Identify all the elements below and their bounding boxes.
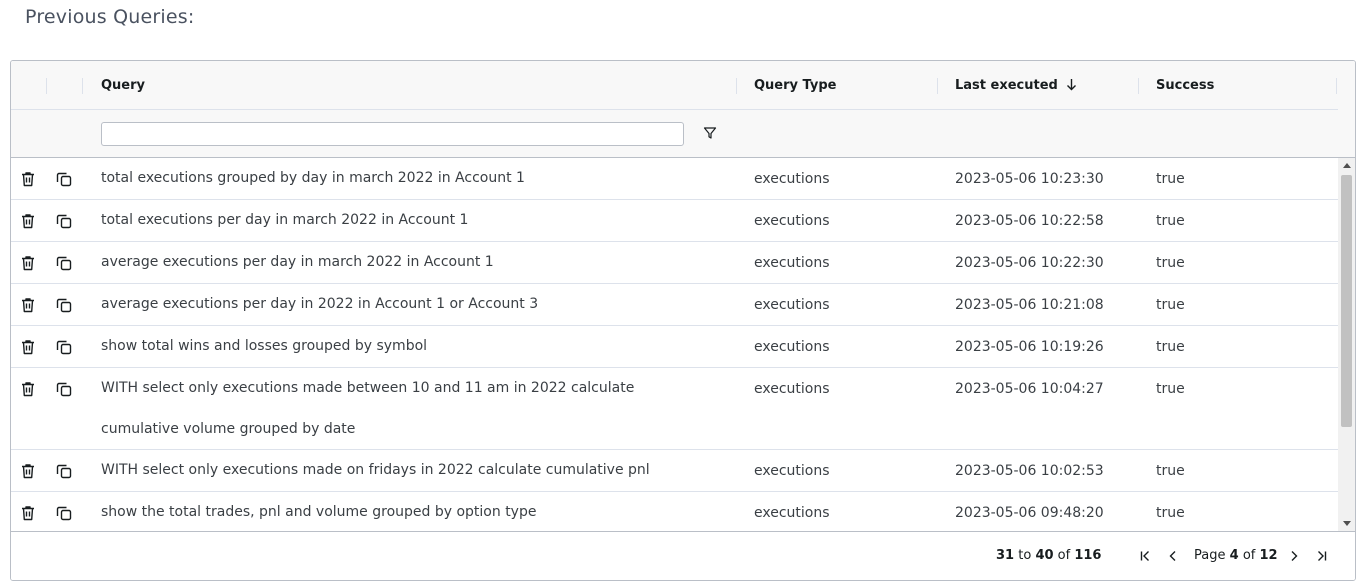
grid-header: Query Query Type Last executed Success (11, 61, 1355, 158)
column-separator[interactable] (82, 78, 83, 94)
row-range-start: 31 (996, 548, 1015, 563)
copy-icon[interactable] (55, 212, 73, 230)
column-separator[interactable] (937, 78, 938, 94)
page-title: Previous Queries: (25, 6, 195, 28)
copy-icon[interactable] (55, 254, 73, 272)
table-row[interactable]: WITH select only executions made on frid… (11, 450, 1338, 492)
cell-query-type: executions (754, 463, 830, 479)
cell-last-executed: 2023-05-06 10:04:27 (955, 381, 1104, 397)
cell-query-type: executions (754, 297, 830, 313)
cell-query: WITH select only executions made between… (101, 380, 635, 437)
column-header-query[interactable]: Query (101, 77, 145, 95)
cell-success: true (1156, 339, 1185, 355)
column-separator[interactable] (1336, 78, 1337, 94)
table-row[interactable]: show the total trades, pnl and volume gr… (11, 492, 1338, 531)
cell-last-executed: 2023-05-06 09:48:20 (955, 505, 1104, 521)
cell-query: show the total trades, pnl and volume gr… (101, 504, 537, 520)
cell-last-executed: 2023-05-06 10:19:26 (955, 339, 1104, 355)
trash-icon[interactable] (19, 504, 37, 522)
column-header-query-type[interactable]: Query Type (754, 77, 836, 95)
page-label: Page (1194, 548, 1226, 563)
cell-query: average executions per day in 2022 in Ac… (101, 296, 539, 312)
next-page-icon[interactable] (1286, 548, 1302, 564)
row-count-summary: 31 to 40 of 116 (996, 548, 1101, 563)
scroll-down-arrow[interactable] (1343, 521, 1351, 526)
cell-query: total executions grouped by day in march… (101, 170, 525, 186)
cell-query: WITH select only executions made on frid… (101, 462, 650, 478)
trash-icon[interactable] (19, 170, 37, 188)
grid-header-row: Query Query Type Last executed Success (11, 61, 1338, 110)
cell-last-executed: 2023-05-06 10:21:08 (955, 297, 1104, 313)
copy-icon[interactable] (55, 296, 73, 314)
column-separator[interactable] (46, 78, 47, 94)
cell-success: true (1156, 381, 1185, 397)
table-row[interactable]: WITH select only executions made between… (11, 368, 1338, 450)
table-row[interactable]: average executions per day in 2022 in Ac… (11, 284, 1338, 326)
trash-icon[interactable] (19, 212, 37, 230)
cell-query-type: executions (754, 505, 830, 521)
current-page: 4 (1229, 548, 1239, 563)
table-row[interactable]: total executions per day in march 2022 i… (11, 200, 1338, 242)
trash-icon[interactable] (19, 296, 37, 314)
copy-icon[interactable] (55, 338, 73, 356)
cell-success: true (1156, 171, 1185, 187)
row-total: 116 (1074, 548, 1102, 563)
cell-last-executed: 2023-05-06 10:22:58 (955, 213, 1104, 229)
filter-icon[interactable] (703, 126, 717, 140)
previous-queries-grid: Query Query Type Last executed Success t… (10, 60, 1356, 581)
copy-icon[interactable] (55, 462, 73, 480)
table-row[interactable]: total executions grouped by day in march… (11, 158, 1338, 200)
copy-icon[interactable] (55, 170, 73, 188)
vertical-scrollbar[interactable] (1338, 158, 1355, 531)
scroll-up-arrow[interactable] (1343, 163, 1351, 168)
cell-success: true (1156, 213, 1185, 229)
table-row[interactable]: average executions per day in march 2022… (11, 242, 1338, 284)
cell-query: total executions per day in march 2022 i… (101, 212, 469, 228)
cell-query-type: executions (754, 339, 830, 355)
column-separator[interactable] (736, 78, 737, 94)
cell-last-executed: 2023-05-06 10:02:53 (955, 463, 1104, 479)
column-header-success[interactable]: Success (1156, 77, 1214, 95)
cell-last-executed: 2023-05-06 10:22:30 (955, 255, 1104, 271)
cell-last-executed: 2023-05-06 10:23:30 (955, 171, 1104, 187)
page-indicator: Page 4 of 12 (1194, 548, 1278, 563)
last-page-icon[interactable] (1314, 548, 1330, 564)
cell-success: true (1156, 297, 1185, 313)
column-header-last-executed[interactable]: Last executed (955, 77, 1077, 95)
to-label: to (1018, 548, 1032, 563)
table-row[interactable]: show total wins and losses grouped by sy… (11, 326, 1338, 368)
cell-success: true (1156, 463, 1185, 479)
column-separator[interactable] (1138, 78, 1139, 94)
cell-query: average executions per day in march 2022… (101, 254, 494, 270)
filter-row (11, 110, 1338, 158)
cell-success: true (1156, 505, 1185, 521)
trash-icon[interactable] (19, 462, 37, 480)
page-count: 12 (1259, 548, 1278, 563)
trash-icon[interactable] (19, 254, 37, 272)
cell-success: true (1156, 255, 1185, 271)
grid-body: total executions grouped by day in march… (11, 158, 1338, 531)
row-range-end: 40 (1035, 548, 1054, 563)
scrollbar-thumb[interactable] (1341, 175, 1352, 427)
of-label: of (1057, 548, 1071, 563)
page-of-label: of (1242, 548, 1256, 563)
cell-query-type: executions (754, 255, 830, 271)
copy-icon[interactable] (55, 380, 73, 398)
cell-query: show total wins and losses grouped by sy… (101, 338, 428, 354)
copy-icon[interactable] (55, 504, 73, 522)
pagination-panel: 31 to 40 of 116 Page 4 of 12 (11, 531, 1355, 580)
cell-query-type: executions (754, 213, 830, 229)
cell-query-type: executions (754, 171, 830, 187)
trash-icon[interactable] (19, 380, 37, 398)
previous-page-icon[interactable] (1165, 548, 1181, 564)
query-filter-input[interactable] (101, 122, 684, 146)
cell-query-type: executions (754, 381, 830, 397)
trash-icon[interactable] (19, 338, 37, 356)
column-header-last-executed-label: Last executed (955, 78, 1058, 93)
arrow-down-icon (1066, 79, 1076, 91)
first-page-icon[interactable] (1137, 548, 1153, 564)
